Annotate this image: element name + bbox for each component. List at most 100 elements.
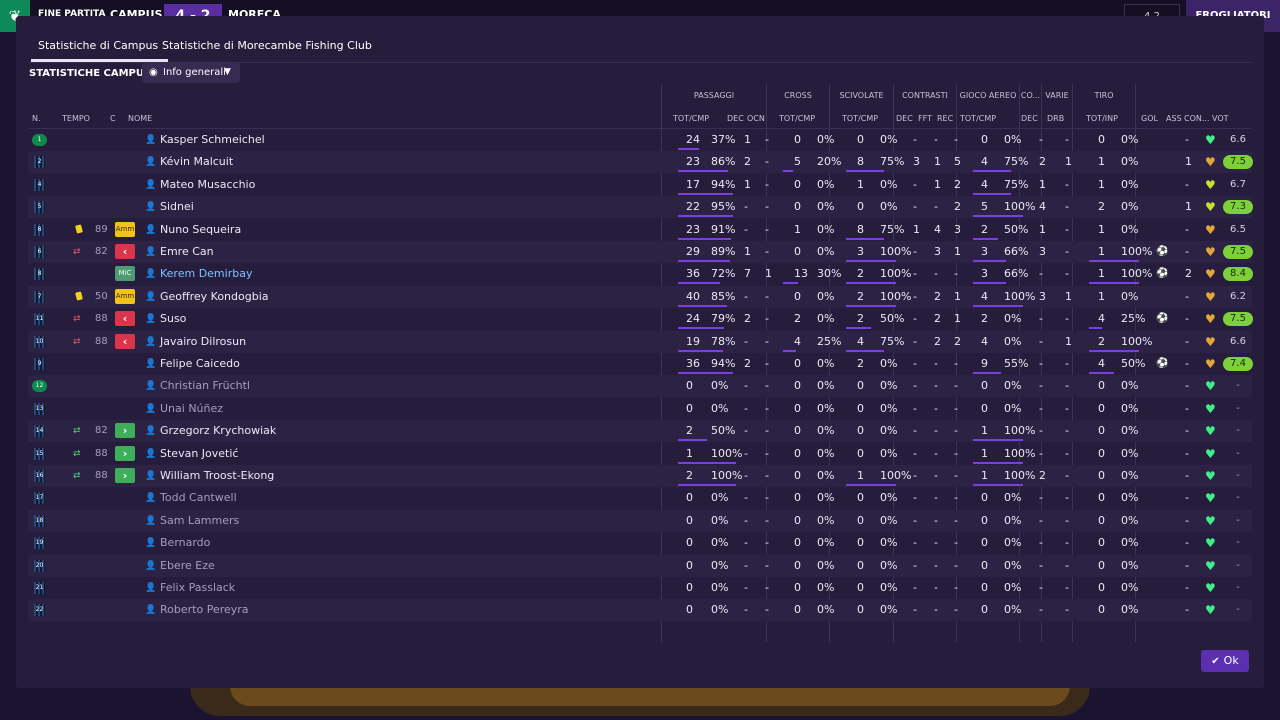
column-header-gol[interactable]: GOL xyxy=(1141,114,1158,123)
view-dropdown[interactable]: ◉ Info generali ▼ xyxy=(142,62,240,83)
column-header-nome[interactable]: NOME xyxy=(128,114,152,123)
heart-icon: ♥ xyxy=(1205,446,1216,461)
column-header-rec[interactable]: REC xyxy=(937,114,953,123)
passes-dec: 1 xyxy=(744,177,751,191)
completion-bar xyxy=(973,260,1006,262)
contrasti-dec: - xyxy=(913,581,917,594)
player-row[interactable]: 1 👤 Kasper Schmeichel 24 37% 1-0 0% 0 0% - - -0 0% - -… xyxy=(28,129,1252,151)
passes-ocn: - xyxy=(765,334,769,348)
passes-total: 0 xyxy=(686,491,693,505)
player-row[interactable]: 11 ⇄ 88 ‹ 👤 Suso 24 79% 2-2 0% 2 50% -2 1 2 0% - -4 25% ⚽ - ♥… xyxy=(28,308,1253,330)
player-name[interactable]: Roberto Pereyra xyxy=(160,599,249,621)
column-header-n[interactable]: N. xyxy=(32,114,41,123)
co-dec: 4 xyxy=(1039,200,1046,214)
player-name[interactable]: Todd Cantwell xyxy=(160,487,237,509)
column-header-sciv[interactable]: TOT/CMP xyxy=(842,114,878,123)
shirt-number: 2 xyxy=(34,156,45,169)
player-name[interactable]: Unai Núñez xyxy=(160,398,223,420)
player-row[interactable]: 10 ⇄ 88 ‹ 👤 Javairo Dilrosun 19 78% - -4 25% 4 75% -2… xyxy=(28,330,1252,353)
player-name[interactable]: Kasper Schmeichel xyxy=(160,129,265,151)
player-row[interactable]: 7 50 Amm 👤 Geoffrey Kondogbia 40 85% - -0 0% 2 100%… xyxy=(28,285,1252,308)
player-row[interactable]: 22 👤 Roberto Pereyra 0 0% - - 0 0% 0 0% - - - 0 0% - - 0 0%… xyxy=(28,599,1252,622)
rating-badge: - xyxy=(1236,537,1240,549)
passes-ocn: - xyxy=(765,312,769,326)
player-name[interactable]: Sam Lammers xyxy=(160,510,239,532)
player-name[interactable]: Emre Can xyxy=(160,241,214,263)
column-header-dec[interactable]: DEC xyxy=(727,114,744,123)
player-name[interactable]: Christian Früchtl xyxy=(160,375,250,397)
column-header-ass[interactable]: ASS xyxy=(1166,114,1182,123)
shirt-number: 21 xyxy=(34,582,45,594)
aerial-pct: 0% xyxy=(1004,603,1022,617)
column-header-vot[interactable]: VOT xyxy=(1212,114,1229,123)
column-header-con[interactable]: CON... xyxy=(1184,114,1210,123)
player-name[interactable]: Ebere Eze xyxy=(160,555,215,577)
player-name[interactable]: Suso xyxy=(160,308,186,330)
player-name[interactable]: Grzegorz Krychowiak xyxy=(160,420,276,442)
cross-pct: 0% xyxy=(817,177,835,191)
player-name[interactable]: Mateo Musacchio xyxy=(160,174,255,196)
player-name[interactable]: Felipe Caicedo xyxy=(160,353,240,375)
column-header-pass[interactable]: TOT/CMP xyxy=(673,114,709,123)
ok-button[interactable]: ✔ Ok xyxy=(1201,650,1249,672)
player-row[interactable]: 6 ⇄ 82 ‹ 👤 Emre Can 29 89% 1-0 0% 3 100% -3 1 3 66% 3-1 1… xyxy=(28,241,1253,263)
player-name[interactable]: William Troost-Ekong xyxy=(160,465,274,487)
player-name[interactable]: Bernardo xyxy=(160,532,210,554)
shots-pct: 0% xyxy=(1121,222,1139,236)
player-row[interactable]: 8 89 Amm 👤 Nuno Sequeira 23 91% - -1 0% 8 75% 1 4 3 2 50… xyxy=(28,219,1252,241)
player-name[interactable]: Geoffrey Kondogbia xyxy=(160,286,269,308)
player-name[interactable]: Javairo Dilrosun xyxy=(160,331,246,353)
completion-bar xyxy=(846,282,896,285)
column-header-cdec[interactable]: DEC xyxy=(896,114,913,123)
player-row[interactable]: 21 👤 Felix Passlack 0 0% - - 0 0% 0 0% - - - 0 0% - - 0 0% -… xyxy=(28,577,1252,599)
column-header-aereo[interactable]: TOT/CMP xyxy=(960,114,996,123)
player-name[interactable]: Kévin Malcuit xyxy=(160,151,233,173)
player-row[interactable]: 8 MiC 👤 Kerem Demirbay 36 72% 7 1 13 30% 2 100% - - -3… xyxy=(28,263,1253,285)
player-row[interactable]: 5 👤 Sidnei 22 95% - -0 0% 0 0% - -2 5 100% 4-2 0% 1 ♥ 7.3 xyxy=(28,196,1253,219)
rating-badge: 6.6 xyxy=(1230,134,1246,145)
shirt-number: 9 xyxy=(34,358,45,370)
cross-pct: 0% xyxy=(817,133,835,146)
player-row[interactable]: 17 👤 Todd Cantwell 0 0% - - 0 0% 0 0% - - - 0 0% - - 0 0% - ♥… xyxy=(28,487,1252,509)
cross-pct: 0% xyxy=(817,491,835,505)
assists: - xyxy=(1185,446,1189,460)
passes-ocn: - xyxy=(765,289,769,303)
player-row[interactable]: 20 👤 Ebere Eze 0 0% - - 0 0% 0 0% - - - 0 0% - - 0 0% - ♥ - xyxy=(28,554,1252,577)
player-name[interactable]: Nuno Sequeira xyxy=(160,219,241,241)
player-row[interactable]: 9 👤 Felipe Caicedo 36 94% 2-0 0% 2 0% - - -9 55% - -4 5… xyxy=(28,353,1253,375)
player-row[interactable]: 2 👤 Kévin Malcuit 23 86% 2-5 20% 8 75% 3 1 5 4 75% 2 1 1… xyxy=(28,151,1253,174)
player-name[interactable]: Stevan Jovetić xyxy=(160,443,238,465)
group-header: PASSAGGI xyxy=(693,91,735,100)
column-header-fft[interactable]: FFT xyxy=(918,114,932,123)
player-row[interactable]: 15 ⇄ 88 › 👤 Stevan Jovetić 1 100% - -0 0% 0 0% - - -1 10… xyxy=(28,443,1252,465)
passes-ocn: - xyxy=(765,603,769,617)
player-name[interactable]: Felix Passlack xyxy=(160,577,235,599)
column-header-tempo[interactable]: TEMPO xyxy=(62,114,90,123)
column-header-tiro[interactable]: TOT/INP xyxy=(1086,114,1118,123)
column-header-ocn[interactable]: OCN xyxy=(747,114,765,123)
player-row[interactable]: 18 👤 Sam Lammers 0 0% - - 0 0% 0 0% - - - 0 0% - - 0 0% - ♥ - xyxy=(28,509,1252,532)
tab-opponent-stats[interactable]: Statistiche di Morecambe Fishing Club xyxy=(162,39,372,52)
completion-bar xyxy=(973,237,998,240)
shots-total: 1 xyxy=(1098,289,1105,303)
passes-pct: 0% xyxy=(711,513,729,527)
tab-campus-stats[interactable]: Statistiche di Campus xyxy=(38,39,158,52)
player-row[interactable]: 19 👤 Bernardo 0 0% - - 0 0% 0 0% - - - 0 0% - - 0 0% - ♥ - xyxy=(28,532,1252,554)
column-header-cross[interactable]: TOT/CMP xyxy=(779,114,815,123)
column-header-c[interactable]: C xyxy=(110,114,116,123)
player-row[interactable]: 16 ⇄ 88 › 👤 William Troost-Ekong 2 100% - -0 0% 1 10… xyxy=(28,465,1252,487)
contrasti-rec: - xyxy=(954,379,958,393)
player-name[interactable]: Kerem Demirbay xyxy=(160,263,252,285)
player-row[interactable]: 14 ⇄ 82 › 👤 Grzegorz Krychowiak 2 50% - -0 0% 0 0% - -… xyxy=(28,420,1252,443)
tackles-total: 1 xyxy=(857,177,864,191)
column-header-codec[interactable]: DEC xyxy=(1021,114,1038,123)
shots-pct: 0% xyxy=(1121,603,1139,617)
shots-total: 1 xyxy=(1098,155,1105,169)
completion-bar xyxy=(678,170,728,173)
player-row[interactable]: 4 👤 Mateo Musacchio 17 94% 1-0 0% 1 0% -1 2 4 75% 1-1… xyxy=(28,174,1252,196)
player-row[interactable]: 12 👤 Christian Früchtl 0 0% - - 0 0% 0 0% - - - 0 0% - - 0… xyxy=(28,375,1252,398)
column-header-drb[interactable]: DRB xyxy=(1047,114,1064,123)
player-name[interactable]: Sidnei xyxy=(160,196,194,218)
player-row[interactable]: 13 👤 Unai Núñez 0 0% - - 0 0% 0 0% - - - 0 0% - - 0 0% - ♥ - xyxy=(28,398,1252,420)
subbed-off-badge: ‹ xyxy=(115,333,135,349)
